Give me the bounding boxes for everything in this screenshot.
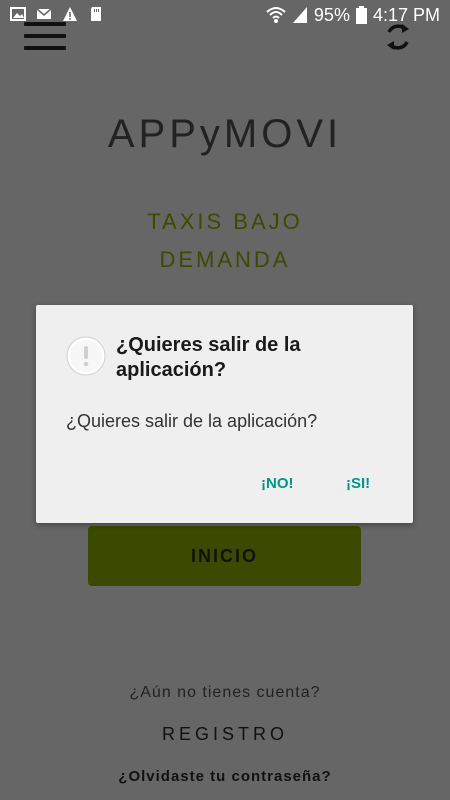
start-button[interactable]: INICIO — [88, 526, 361, 586]
yes-button[interactable]: ¡SI! — [346, 475, 370, 492]
status-bar: 95% 4:17 PM — [0, 0, 450, 32]
dialog-title: ¿Quieres salir de la aplicación? — [116, 334, 301, 381]
image-icon — [10, 7, 26, 21]
no-button[interactable]: ¡NO! — [261, 475, 294, 492]
register-link[interactable]: REGISTRO — [0, 724, 450, 745]
no-account-text: ¿Aún no tienes cuenta? — [129, 684, 321, 701]
tagline: TAXIS BAJO DEMANDA — [0, 203, 450, 279]
app-logo-title: APPyMOVI — [107, 112, 343, 156]
notification-icons — [10, 6, 104, 22]
refresh-icon[interactable] — [384, 20, 412, 54]
sd-card-icon — [91, 7, 101, 21]
signal-icon — [292, 7, 307, 23]
system-status: 95% 4:17 PM — [266, 5, 440, 25]
tagline-line-1: TAXIS BAJO — [147, 209, 303, 234]
mail-icon — [36, 8, 52, 19]
warning-icon — [63, 7, 77, 21]
tagline-line-2: DEMANDA — [159, 247, 291, 272]
wifi-icon — [266, 7, 286, 23]
forgot-password-link[interactable]: ¿Olvidaste tu contraseña? — [0, 768, 450, 785]
exit-dialog: ¿Quieres salir de la aplicación? ¿Quiere… — [36, 305, 413, 523]
battery-icon — [355, 6, 367, 24]
battery-percent: 95% — [313, 5, 350, 25]
hamburger-icon[interactable] — [24, 22, 66, 52]
info-icon — [66, 336, 106, 376]
dialog-message: ¿Quieres salir de la aplicación? — [66, 411, 318, 431]
